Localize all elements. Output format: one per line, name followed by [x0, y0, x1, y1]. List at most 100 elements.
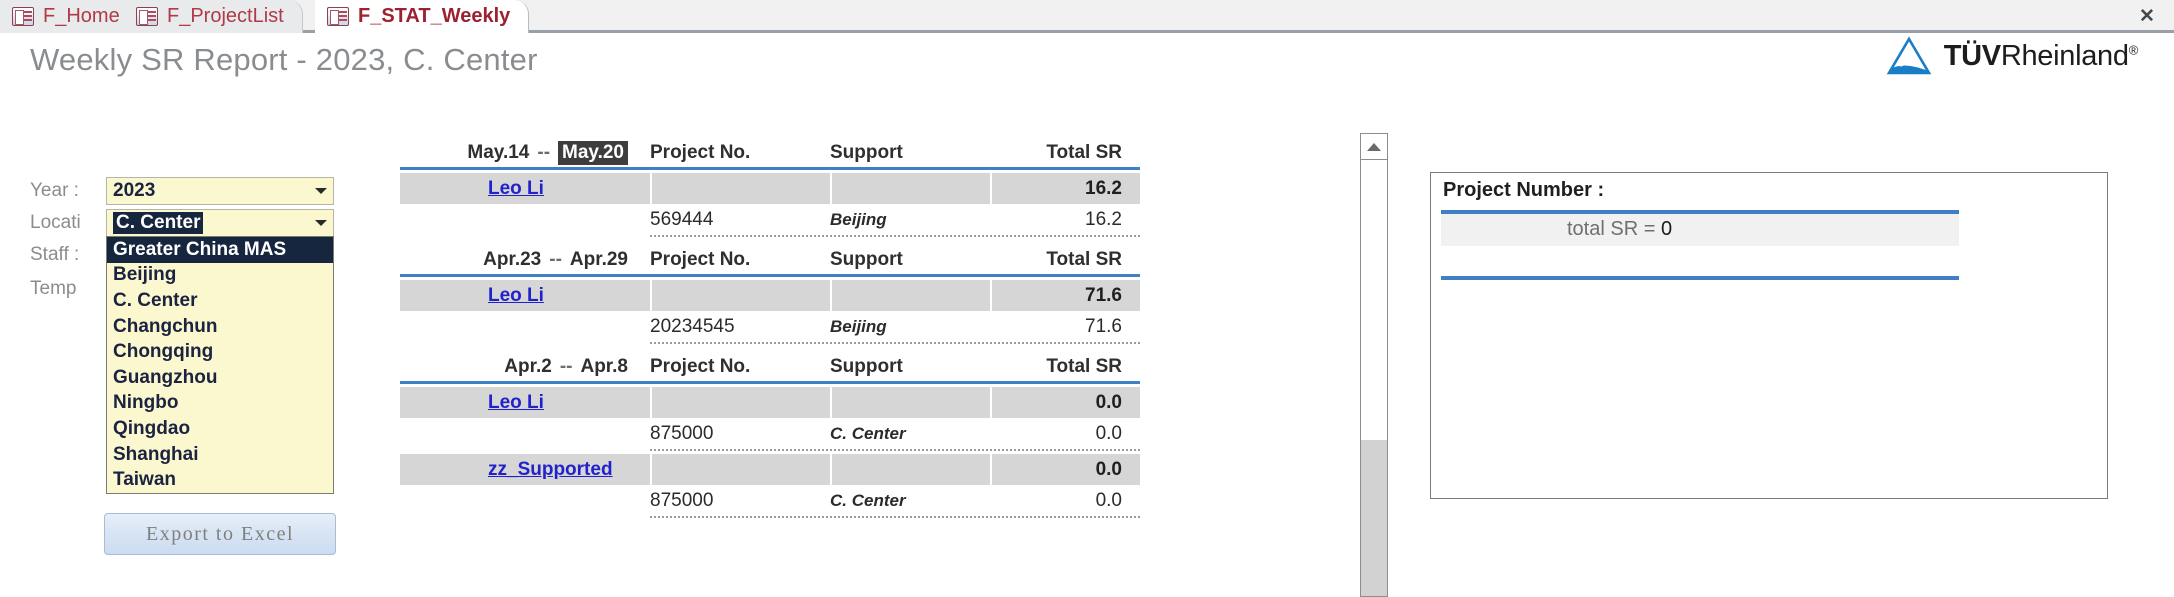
location-label: Locati — [30, 212, 81, 233]
dropdown-option[interactable]: Qingdao — [107, 416, 333, 442]
col-header-project-no: Project No. — [650, 142, 751, 163]
table-row: Leo Li 71.6 — [400, 280, 1140, 311]
divider — [650, 516, 1140, 518]
col-header-support: Support — [830, 142, 903, 163]
divider — [400, 167, 1140, 170]
table-row: 569444 Beijing 16.2 — [400, 204, 1140, 235]
period-cell: May.14 -- May.20 — [400, 141, 650, 165]
col-header-total-sr: Total SR — [1046, 249, 1122, 270]
period-end: Apr.29 — [569, 249, 628, 270]
empty-cell — [830, 387, 990, 418]
dropdown-option[interactable]: C. Center — [107, 288, 333, 314]
logo-wordmark: TÜVRheinland® — [1943, 39, 2139, 73]
year-value: 2023 — [113, 180, 156, 201]
col-header-project-no: Project No. — [650, 249, 751, 270]
total-sr-label: total SR = — [1567, 218, 1661, 240]
project-no: 875000 — [650, 422, 714, 444]
period-cell: Apr.2 -- Apr.8 — [400, 356, 650, 378]
report-group: Apr.23 -- Apr.29 Project No. Support Total… — [400, 237, 1140, 344]
col-header-support: Support — [830, 356, 903, 377]
scrollbar-thumb[interactable] — [1361, 161, 1387, 440]
col-header-total-sr: Total SR — [1046, 142, 1122, 163]
staff-total-sr: 16.2 — [990, 173, 1140, 204]
dropdown-option[interactable]: Beijing — [107, 263, 333, 289]
staff-cell: Leo Li — [400, 392, 650, 414]
support: Beijing — [830, 209, 887, 229]
staff-link[interactable]: zz_Supported — [488, 459, 613, 480]
project-no: 569444 — [650, 208, 714, 230]
col-header-project-no: Project No. — [650, 356, 751, 377]
form-icon — [327, 7, 349, 26]
weekly-report-table: May.14 -- May.20 Project No. Support Total… — [400, 130, 1140, 518]
total-sr: 0.0 — [1095, 422, 1122, 444]
total-sr: 16.2 — [1085, 208, 1122, 230]
staff-total-sr: 0.0 — [990, 454, 1140, 485]
detail-panel-title: Project Number : — [1443, 179, 1605, 201]
dropdown-option[interactable]: Ningbo — [107, 391, 333, 417]
filter-row-location: Locati — [30, 209, 92, 237]
dropdown-option[interactable]: Changchun — [107, 314, 333, 340]
support: Beijing — [830, 316, 887, 336]
empty-cell — [650, 454, 830, 485]
divider — [400, 274, 1140, 277]
period-start: Apr.23 — [483, 249, 542, 270]
support: C. Center — [830, 423, 906, 443]
scroll-up-button[interactable] — [1361, 134, 1387, 160]
empty-cell — [830, 454, 990, 485]
period-end: May.20 — [558, 141, 628, 165]
staff-label: Staff : — [30, 244, 80, 265]
staff-cell: zz_Supported — [400, 459, 650, 481]
location-dropdown-list[interactable]: Greater China MAS Beijing C. Center Chan… — [106, 236, 334, 494]
location-value: C. Center — [113, 212, 204, 234]
chevron-up-icon — [1367, 142, 1381, 151]
filter-row-temp: Temp — [30, 275, 92, 303]
divider — [1441, 276, 1959, 280]
dropdown-option[interactable]: Greater China MAS — [107, 237, 333, 263]
dropdown-option[interactable]: Guangzhou — [107, 365, 333, 391]
year-label: Year : — [30, 180, 79, 201]
period-end: Apr.8 — [580, 356, 628, 377]
chevron-down-icon[interactable] — [309, 210, 333, 236]
detail-total-row: total SR = 0 — [1567, 218, 1672, 241]
filter-row-staff: Staff : — [30, 241, 92, 269]
period-separator: -- — [559, 356, 573, 377]
empty-cell — [650, 280, 830, 311]
logo-tuv: TÜV — [1943, 39, 2001, 72]
dropdown-option[interactable]: Shanghai — [107, 442, 333, 468]
staff-link[interactable]: Leo Li — [488, 392, 544, 413]
scrollbar-track[interactable] — [1361, 161, 1387, 596]
dropdown-option[interactable]: Taiwan — [107, 467, 333, 493]
staff-link[interactable]: Leo Li — [488, 178, 544, 199]
tuv-triangle-icon — [1886, 36, 1931, 75]
divider — [400, 381, 1140, 384]
tab-f-stat-weekly[interactable]: F_STAT_Weekly — [315, 0, 530, 33]
period-cell: Apr.23 -- Apr.29 — [400, 249, 650, 271]
scrollbar-trough[interactable] — [1361, 440, 1387, 596]
group-header-row: May.14 -- May.20 Project No. Support Total… — [400, 130, 1140, 165]
group-header-row: Apr.2 -- Apr.8 Project No. Support Total S… — [400, 344, 1140, 378]
staff-total-sr: 71.6 — [990, 280, 1140, 311]
close-icon[interactable]: ✕ — [2134, 4, 2160, 28]
table-row: Leo Li 16.2 — [400, 173, 1140, 204]
export-to-excel-button[interactable]: Export to Excel — [104, 513, 336, 555]
location-combobox[interactable]: C. Center — [106, 209, 334, 237]
vertical-scrollbar[interactable] — [1360, 133, 1388, 597]
staff-cell: Leo Li — [400, 285, 650, 307]
registered-icon: ® — [2128, 41, 2139, 57]
table-row: 875000 C. Center 0.0 — [400, 418, 1140, 449]
staff-link[interactable]: Leo Li — [488, 285, 544, 306]
period-separator: -- — [549, 249, 562, 270]
filter-panel: Year : Locati Staff : Temp 2023 C. Cente… — [0, 0, 340, 597]
support: C. Center — [830, 490, 906, 510]
staff-cell: Leo Li — [400, 178, 650, 200]
tuv-rheinland-logo: TÜVRheinland® — [1886, 36, 2138, 76]
period-start: Apr.2 — [504, 356, 552, 377]
group-header-row: Apr.23 -- Apr.29 Project No. Support Total… — [400, 237, 1140, 271]
empty-cell — [650, 387, 830, 418]
col-header-total-sr: Total SR — [1046, 356, 1122, 377]
dropdown-option[interactable]: Chongqing — [107, 339, 333, 365]
divider — [650, 449, 1140, 451]
report-group: Apr.2 -- Apr.8 Project No. Support Total S… — [400, 344, 1140, 518]
year-combobox[interactable]: 2023 — [106, 177, 334, 205]
chevron-down-icon[interactable] — [309, 178, 333, 204]
